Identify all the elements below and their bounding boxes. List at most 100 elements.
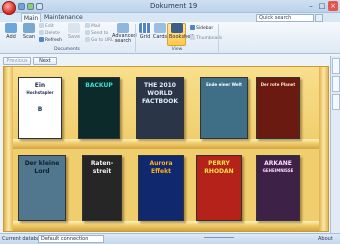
tab-main[interactable]: Main — [21, 13, 41, 22]
add-button[interactable]: Add — [3, 23, 19, 45]
about-link[interactable]: About — [318, 236, 333, 242]
book-cover[interactable]: Der rote Planet — [256, 77, 300, 139]
tab-maintenance[interactable]: Maintenance — [44, 13, 83, 22]
window-title: Dokument 19 — [150, 2, 198, 10]
view-group-label: View — [171, 47, 183, 52]
app-menu-button[interactable] — [2, 1, 16, 15]
app-window: Dokument 19 – □ × Main Maintenance Quick… — [0, 0, 340, 244]
add-icon — [5, 23, 17, 33]
send-to-label: Send to — [91, 31, 109, 36]
book-cover[interactable]: PERRY RHODAN — [196, 155, 242, 221]
side-tab-preview[interactable] — [332, 94, 340, 110]
book-cover-text: BACKUP — [85, 82, 113, 89]
bookshelf-label: Bookshelf — [169, 34, 194, 40]
refresh-button[interactable]: Refresh — [39, 37, 62, 44]
maximize-button[interactable]: □ — [317, 1, 327, 11]
previous-button[interactable]: Previous — [3, 57, 31, 65]
advanced-search-label: Advanced search — [112, 33, 137, 44]
status-bar: Current database: Default connection Abo… — [0, 233, 340, 244]
sidebar-toggle[interactable]: Sidebar — [190, 25, 213, 32]
minimize-button[interactable]: – — [306, 1, 316, 11]
edit-label: Edit — [45, 24, 54, 29]
database-select[interactable]: Default connection — [38, 235, 104, 243]
side-tab-sidebar[interactable] — [332, 76, 340, 92]
scanner-icon — [23, 23, 35, 33]
refresh-label: Refresh — [45, 38, 62, 43]
send-to-icon — [85, 30, 90, 35]
delete-icon — [39, 30, 44, 35]
shelf-post — [4, 67, 13, 231]
thumbnails-icon — [190, 35, 195, 40]
book-cover-text: Aurora — [149, 160, 173, 167]
save-document-icon — [68, 23, 80, 33]
delete-label: Delete — [45, 31, 60, 36]
cards-view-button[interactable]: Cards — [152, 23, 168, 45]
documents-group-label: Documents — [54, 47, 80, 52]
shelf-plank — [4, 221, 328, 231]
quick-search-input[interactable]: Quick search — [256, 14, 314, 22]
bookshelf-icon — [171, 23, 183, 33]
book-cover-text: WORLD — [147, 90, 173, 97]
quick-access-dropdown-icon[interactable] — [36, 3, 43, 10]
scan-button[interactable]: Scan — [21, 23, 37, 45]
navigation-row: Previous Next — [0, 55, 340, 66]
save-document-label: Save — [67, 34, 81, 40]
go-to-url-button[interactable]: Go to URL — [85, 37, 114, 44]
book-cover[interactable]: Ein Hochstapler B — [18, 77, 62, 139]
book-cover-text: FACTBOOK — [142, 98, 178, 105]
undo-icon[interactable] — [27, 3, 34, 10]
book-cover-text: Der rote Planet — [260, 82, 296, 87]
book-cover[interactable]: Ende einer Welt — [200, 77, 248, 139]
grid-icon — [139, 23, 151, 33]
go-to-url-label: Go to URL — [91, 38, 114, 43]
book-cover[interactable]: BACKUP — [78, 77, 120, 139]
zoom-slider[interactable] — [204, 237, 234, 242]
magnifier-icon — [117, 23, 129, 33]
delete-button[interactable]: Delete — [39, 30, 60, 37]
book-cover-text: Der kleine — [24, 160, 60, 167]
grid-label: Grid — [139, 34, 151, 40]
shelf-post — [319, 67, 328, 231]
bookshelf-view-button[interactable]: Bookshelf — [169, 23, 194, 45]
close-button[interactable]: × — [328, 1, 338, 11]
shelf-plank — [4, 139, 328, 149]
book-cover[interactable]: ARKANE GEHEIMNISSE — [256, 155, 300, 221]
grid-view-button[interactable]: Grid — [137, 23, 153, 45]
book-cover[interactable]: THE 2010 WORLD FACTBOOK — [136, 77, 184, 139]
book-cover-text: THE 2010 — [143, 82, 176, 89]
cards-label: Cards — [152, 34, 168, 40]
scan-label: Scan — [22, 34, 36, 40]
book-cover[interactable]: Der kleine Lord — [18, 155, 66, 221]
link-icon — [85, 37, 90, 42]
save-icon[interactable] — [18, 3, 25, 10]
side-tab-labels[interactable] — [332, 58, 340, 74]
ribbon: Add Scan Edit Delete Refresh Save Mail S… — [0, 22, 340, 54]
edit-icon — [39, 23, 44, 28]
refresh-icon — [39, 37, 44, 42]
title-bar: Dokument 19 – □ × — [0, 0, 340, 13]
sidebar-icon — [190, 25, 195, 30]
bookshelf: Ein Hochstapler B BACKUP THE 2010 WORLD FACTBO… — [3, 66, 329, 232]
cards-icon — [154, 23, 166, 33]
save-document-button[interactable]: Save — [66, 23, 82, 45]
ribbon-separator — [218, 24, 219, 52]
book-cover-text: Raten- — [90, 160, 114, 167]
mail-button[interactable]: Mail — [85, 23, 100, 30]
mail-label: Mail — [91, 24, 101, 29]
book-cover-text: GEHEIMNISSE — [262, 168, 294, 173]
book-cover[interactable]: Raten-streit — [82, 155, 122, 221]
book-cover-text: PERRY — [208, 160, 230, 167]
search-icon[interactable] — [315, 14, 323, 22]
book-cover-text: ARKANE — [264, 160, 292, 167]
side-tab-strip — [330, 56, 340, 236]
send-to-button[interactable]: Send to — [85, 30, 108, 37]
book-cover-text: RHODAN — [204, 168, 234, 175]
edit-button[interactable]: Edit — [39, 23, 54, 30]
book-cover-text: Hochstapler — [26, 90, 54, 95]
next-button[interactable]: Next — [33, 57, 57, 65]
book-cover[interactable]: Aurora Effekt — [138, 155, 184, 221]
mail-icon — [85, 23, 90, 28]
ribbon-separator — [135, 24, 136, 52]
book-cover-text: Lord — [34, 168, 50, 175]
advanced-search-button[interactable]: Advanced search — [112, 23, 137, 45]
